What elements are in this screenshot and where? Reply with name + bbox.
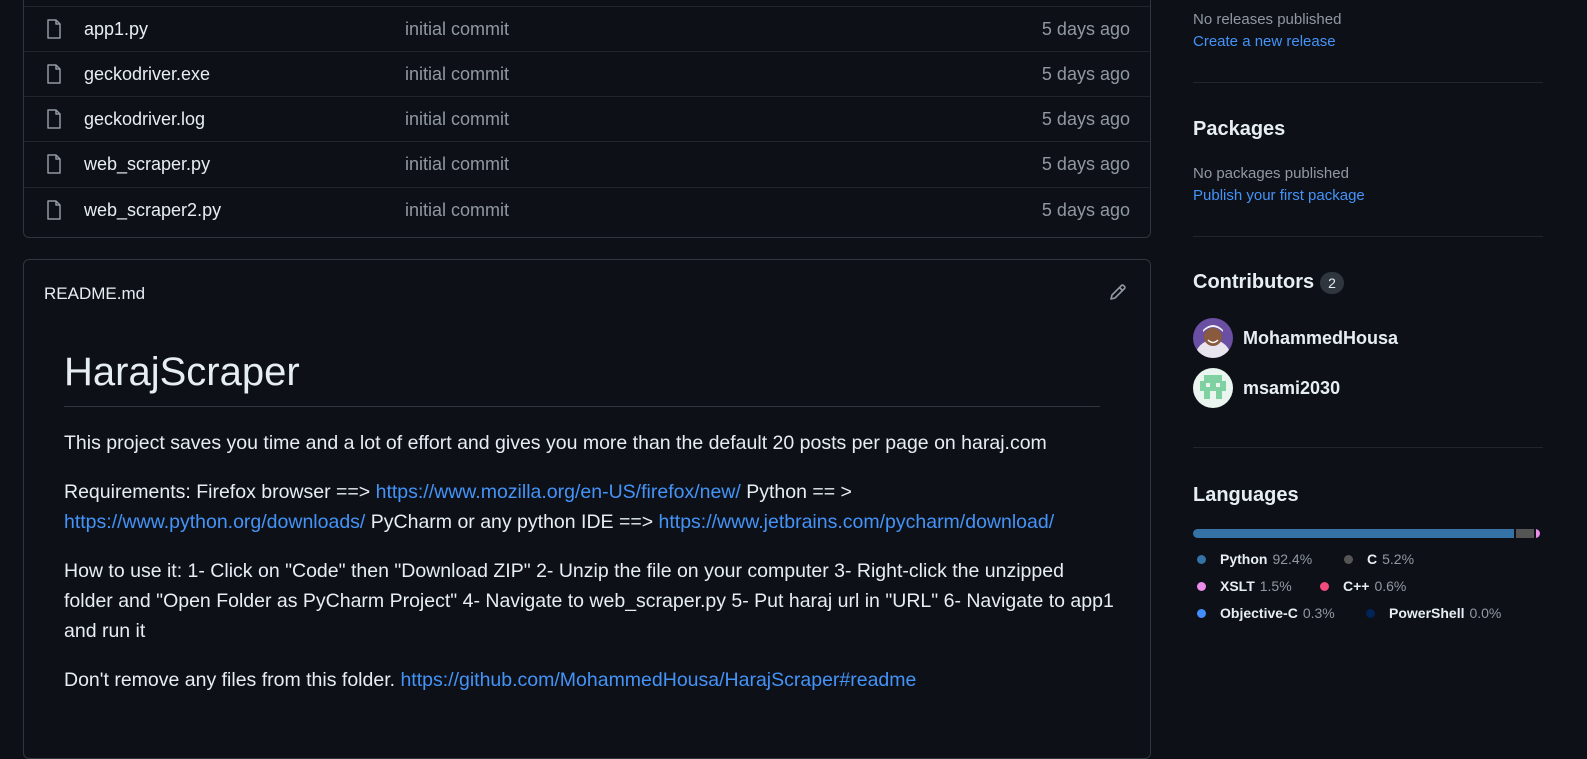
file-row[interactable]: geckodriver.log initial commit 5 days ag…: [24, 96, 1150, 141]
language-percent: 5.2%: [1382, 551, 1415, 567]
language-bar-segment: [1535, 529, 1540, 538]
readme-paragraph: This project saves you time and a lot of…: [64, 432, 1047, 454]
language-percent: 0.0%: [1469, 605, 1502, 621]
file-row[interactable]: web_scraper2.py initial commit 5 days ag…: [24, 187, 1150, 232]
requirements-text: PyCharm or any python IDE ==>: [365, 511, 659, 533]
language-percent: 92.4%: [1272, 551, 1313, 567]
file-icon: [47, 19, 61, 39]
divider: [1193, 447, 1543, 448]
file-icon: [47, 154, 61, 174]
readme-panel: README.md HarajScraper This project save…: [23, 259, 1151, 759]
create-release-link[interactable]: Create a new release: [1193, 33, 1543, 50]
language-color-dot: [1197, 554, 1206, 564]
pycharm-link[interactable]: https://www.jetbrains.com/pycharm/downlo…: [659, 511, 1055, 533]
file-icon: [47, 200, 61, 220]
commit-message[interactable]: initial commit: [405, 64, 509, 85]
contributors-title: Contributors: [1193, 271, 1315, 293]
commit-message[interactable]: initial commit: [405, 200, 509, 221]
language-bar-segment: [1193, 529, 1514, 538]
file-name[interactable]: web_scraper.py: [84, 154, 210, 175]
python-link[interactable]: https://www.python.org/downloads/: [64, 511, 365, 533]
contributor-name[interactable]: msami2030: [1243, 378, 1340, 399]
language-item[interactable]: PowerShell 0.0%: [1366, 605, 1501, 621]
contributors-heading[interactable]: Contributors 2: [1193, 271, 1543, 294]
contributor-item[interactable]: msami2030: [1193, 368, 1340, 408]
commit-age: 5 days ago: [1041, 63, 1130, 84]
readme-requirements: Requirements: Firefox browser ==> https:…: [64, 477, 1114, 537]
language-item[interactable]: Python 92.4%: [1197, 551, 1312, 567]
readme-filename[interactable]: README.md: [44, 284, 145, 304]
readme-howto: How to use it: 1- Click on "Code" then "…: [64, 560, 1114, 642]
commit-message[interactable]: initial commit: [405, 19, 509, 40]
commit-age: 5 days ago: [1041, 199, 1130, 220]
commit-age: 5 days ago: [1041, 153, 1130, 174]
file-name[interactable]: geckodriver.log: [84, 109, 205, 130]
publish-package-link[interactable]: Publish your first package: [1193, 187, 1543, 204]
language-color-dot: [1320, 581, 1329, 591]
language-percent: 1.5%: [1259, 578, 1292, 594]
avatar[interactable]: [1193, 318, 1233, 358]
pencil-icon[interactable]: [1108, 282, 1128, 302]
language-item[interactable]: Objective-C 0.3%: [1197, 605, 1335, 621]
file-row[interactable]: geckodriver.exe initial commit 5 days ag…: [24, 51, 1150, 96]
language-name: Python: [1220, 551, 1268, 567]
note-text: Don't remove any files from this folder.: [64, 669, 401, 691]
file-name[interactable]: geckodriver.exe: [84, 64, 210, 85]
file-list: app1.py initial commit 5 days ago geckod…: [23, 0, 1151, 238]
commit-age: 5 days ago: [1041, 18, 1130, 39]
readme-title: HarajScraper: [64, 348, 1100, 407]
language-item[interactable]: XSLT 1.5%: [1197, 578, 1292, 594]
contributors-count-badge: 2: [1320, 271, 1344, 294]
file-row[interactable]: app1.py initial commit 5 days ago: [24, 6, 1150, 51]
language-percent: 0.3%: [1302, 605, 1335, 621]
language-name: Objective-C: [1220, 605, 1298, 621]
contributor-item[interactable]: MohammedHousa: [1193, 318, 1398, 358]
language-color-dot: [1197, 581, 1206, 591]
commit-age: 5 days ago: [1041, 108, 1130, 129]
language-bar-segment: [1515, 529, 1534, 538]
readme-link[interactable]: https://github.com/MohammedHousa/HarajSc…: [400, 669, 916, 691]
language-name: C++: [1343, 578, 1370, 594]
language-percent: 0.6%: [1374, 578, 1407, 594]
divider: [1193, 82, 1543, 83]
file-name[interactable]: app1.py: [84, 19, 148, 40]
requirements-text: Python == >: [740, 481, 852, 503]
contributor-name[interactable]: MohammedHousa: [1243, 328, 1398, 349]
language-item[interactable]: C 5.2%: [1344, 551, 1414, 567]
packages-empty-text: No packages published: [1193, 165, 1349, 182]
language-name: XSLT: [1220, 578, 1255, 594]
language-name: C: [1367, 551, 1378, 567]
file-icon: [47, 64, 61, 84]
requirements-text: Requirements: Firefox browser ==>: [64, 481, 376, 503]
language-name: PowerShell: [1389, 605, 1465, 621]
packages-heading[interactable]: Packages: [1193, 118, 1543, 141]
file-row[interactable]: web_scraper.py initial commit 5 days ago: [24, 141, 1150, 186]
language-color-dot: [1344, 554, 1353, 564]
releases-empty-text: No releases published: [1193, 11, 1342, 28]
languages-heading: Languages: [1193, 484, 1299, 506]
divider: [1193, 236, 1543, 237]
file-name[interactable]: web_scraper2.py: [84, 200, 221, 221]
firefox-link[interactable]: https://www.mozilla.org/en-US/firefox/ne…: [376, 481, 741, 503]
language-color-dot: [1197, 608, 1206, 618]
commit-message[interactable]: initial commit: [405, 154, 509, 175]
language-item[interactable]: C++ 0.6%: [1320, 578, 1406, 594]
file-icon: [47, 109, 61, 129]
avatar[interactable]: [1193, 368, 1233, 408]
commit-message[interactable]: initial commit: [405, 109, 509, 130]
languages-bar: [1193, 529, 1540, 538]
readme-note: Don't remove any files from this folder.…: [64, 665, 1114, 695]
language-color-dot: [1366, 608, 1375, 618]
